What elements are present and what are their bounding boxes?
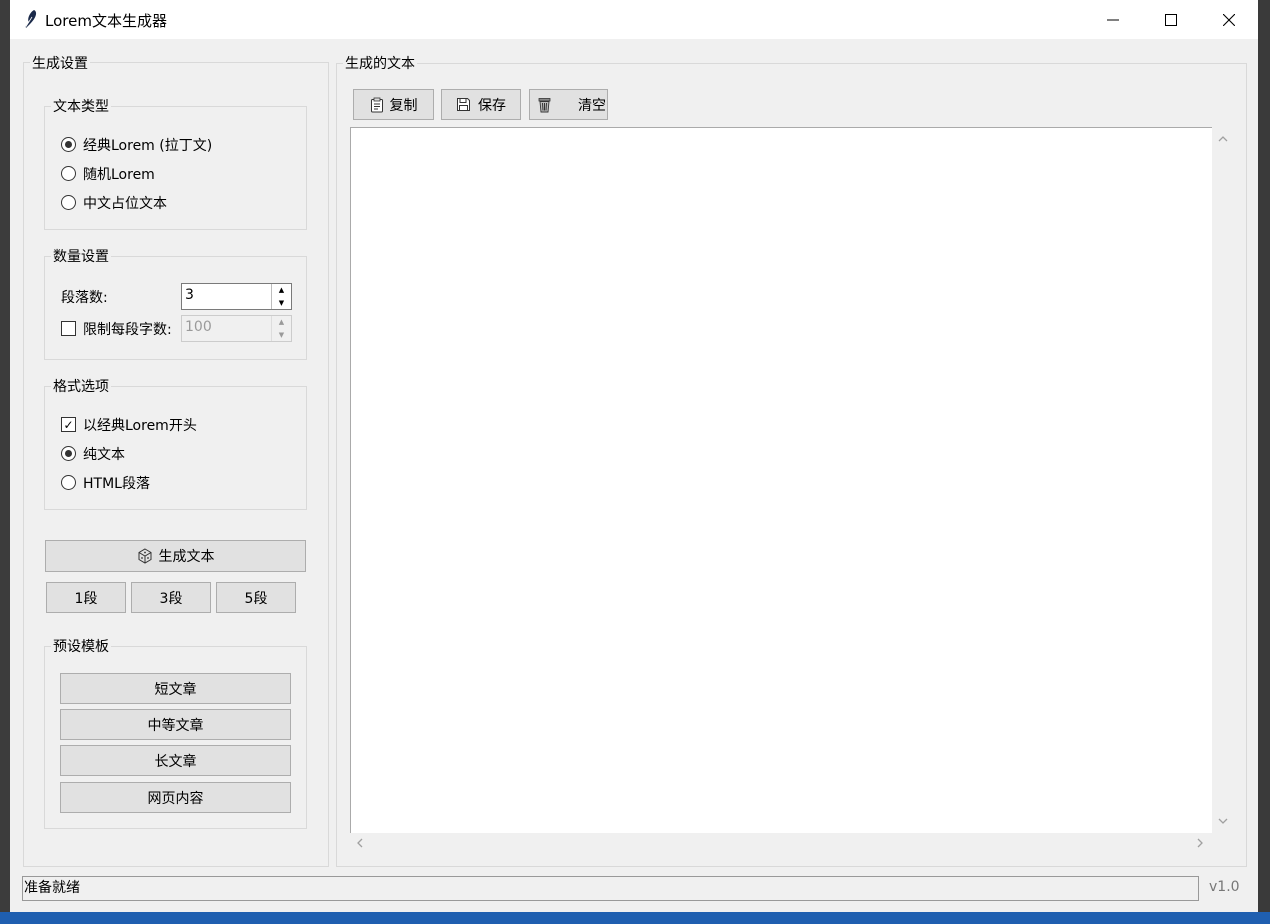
clipboard-icon [370,97,383,112]
quick-3-paragraphs-button[interactable]: 3段 [131,582,211,613]
trash-icon [538,97,551,112]
scroll-up-icon[interactable] [1218,135,1228,142]
maximize-button[interactable] [1142,0,1200,39]
paragraphs-value[interactable]: 3 [185,287,194,303]
spin-up-icon: ▲ [278,318,285,327]
radio-random-lorem[interactable] [61,166,76,181]
radio-html-paragraphs[interactable] [61,475,76,490]
maximize-icon [1165,13,1177,26]
scroll-right-icon[interactable] [1197,838,1204,848]
copy-button[interactable]: 复制 [353,89,434,120]
feather-icon [24,10,37,29]
generate-button[interactable]: 生成文本 [45,540,306,572]
quantity-title: 数量设置 [51,246,111,266]
clear-button-label: 清空 [578,97,606,114]
window-title: Lorem文本生成器 [45,12,167,30]
start-classic-checkbox[interactable]: ✓ [61,417,76,432]
presets-title: 预设模板 [51,636,111,656]
limit-words-spinbox: 100 ▲ ▼ [181,315,292,342]
radio-chinese-text-label[interactable]: 中文占位文本 [83,193,167,213]
preset-short-article-button[interactable]: 短文章 [60,673,291,704]
copy-button-label: 复制 [389,97,418,114]
radio-plain-text-label[interactable]: 纯文本 [83,444,125,464]
spin-down-icon[interactable]: ▼ [272,297,291,310]
limit-words-value: 100 [185,319,212,335]
limit-spin-buttons: ▲ ▼ [271,316,291,341]
desktop-background-left [0,0,10,924]
paragraphs-spin-buttons[interactable]: ▲ ▼ [271,284,291,309]
minimize-icon [1107,19,1119,20]
horizontal-scrollbar[interactable] [350,833,1212,853]
spin-down-icon: ▼ [278,330,285,339]
radio-classic-lorem-label[interactable]: 经典Lorem (拉丁文) [83,135,212,155]
version-label: v1.0 [1209,879,1240,895]
generate-button-label: 生成文本 [158,549,215,565]
close-button[interactable] [1200,0,1258,39]
generated-text-area[interactable] [350,127,1212,833]
save-button[interactable]: 保存 [441,89,521,120]
text-type-title: 文本类型 [51,96,111,116]
floppy-icon [457,98,470,111]
paragraphs-label: 段落数: [61,290,108,306]
start-classic-label[interactable]: 以经典Lorem开头 [83,415,197,435]
taskbar [0,912,1270,924]
clear-button[interactable]: 清空 [529,89,608,120]
close-icon [1223,13,1235,26]
format-title: 格式选项 [51,376,111,396]
preset-long-article-button[interactable]: 长文章 [60,745,291,776]
save-button-label: 保存 [478,97,506,114]
quick-1-paragraph-button[interactable]: 1段 [46,582,126,613]
minimize-button[interactable] [1084,0,1142,39]
radio-classic-lorem[interactable] [61,137,76,152]
title-bar: Lorem文本生成器 [10,0,1258,39]
scroll-left-icon[interactable] [356,838,363,848]
dice-icon [138,548,151,564]
app-window: Lorem文本生成器 生成设置 文本类型 经典Lorem (拉丁文) 随机Lor… [10,0,1258,912]
preset-medium-article-button[interactable]: 中等文章 [60,709,291,740]
settings-panel-title: 生成设置 [30,53,90,73]
limit-words-checkbox[interactable] [61,321,76,336]
checkmark-icon: ✓ [63,417,74,432]
vertical-scrollbar[interactable] [1212,127,1234,833]
radio-plain-text[interactable] [61,446,76,461]
paragraphs-spinbox[interactable]: 3 ▲ ▼ [181,283,292,310]
limit-words-label[interactable]: 限制每段字数: [83,319,172,339]
scroll-down-icon[interactable] [1218,818,1228,825]
spin-up-icon[interactable]: ▲ [272,284,291,297]
preset-web-content-button[interactable]: 网页内容 [60,782,291,813]
status-bar: 准备就绪 [22,876,1199,901]
radio-random-lorem-label[interactable]: 随机Lorem [83,164,155,184]
desktop-background-right [1258,0,1270,924]
radio-chinese-text[interactable] [61,195,76,210]
quick-5-paragraphs-button[interactable]: 5段 [216,582,296,613]
output-panel-title: 生成的文本 [343,53,417,73]
radio-html-paragraphs-label[interactable]: HTML段落 [83,473,150,493]
